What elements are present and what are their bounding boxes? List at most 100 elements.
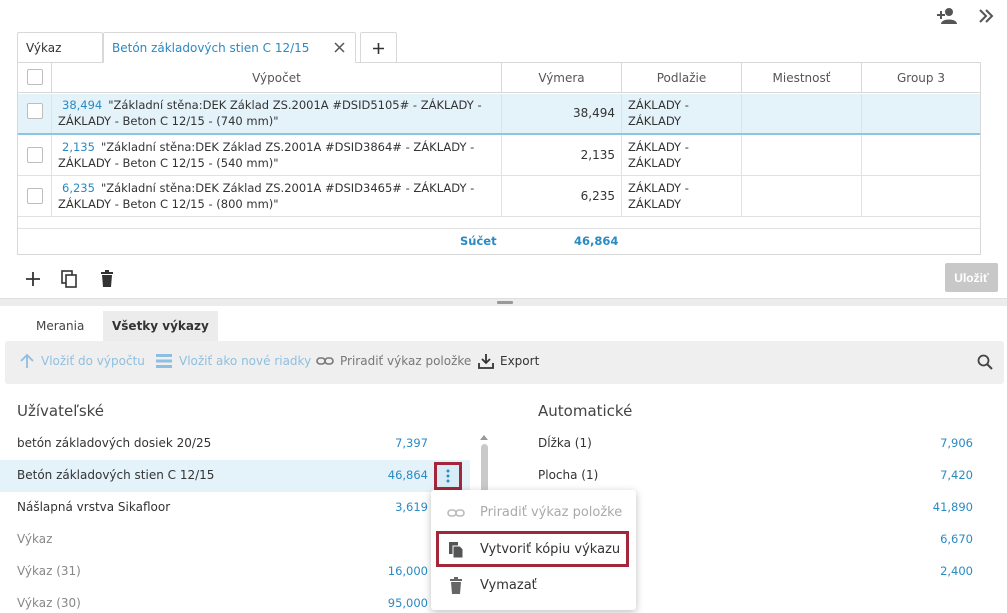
tab-vsetky-vykazy[interactable]: Všetky výkazy (103, 311, 218, 341)
calc-text-line2: ZÁKLADY - Beton C 12/15 - (540 mm)" (58, 156, 279, 170)
scroll-up-icon[interactable] (478, 432, 490, 442)
highlight-box (436, 531, 629, 567)
list-item-name: Výkaz (17, 532, 53, 546)
vymera-value: 38,494 (573, 106, 615, 120)
panel-splitter[interactable] (0, 298, 1007, 306)
menu-item-label: Vymazať (480, 578, 537, 593)
export-button[interactable]: Export (478, 353, 539, 369)
list-item-value: 6,670 (940, 532, 973, 546)
sum-value: 46,864 (574, 234, 619, 248)
miestnost-cell[interactable] (741, 176, 861, 216)
delete-icon[interactable] (98, 270, 116, 288)
calc-value-link[interactable]: 2,135 (62, 140, 95, 154)
delete-icon (447, 577, 465, 595)
calc-text-line2: ZÁKLADY - Beton C 12/15 - (800 mm)" (58, 197, 279, 211)
list-item-name: Nášlapná vrstva Sikafloor (17, 500, 171, 514)
plus-icon (372, 42, 385, 55)
group3-cell[interactable] (861, 135, 980, 175)
calc-text-line1: "Základní stěna:DEK Základ ZS.2001A #DSI… (100, 140, 475, 154)
assign-to-item-button[interactable]: Priradiť výkaz položke (316, 353, 471, 369)
podlazie-line2: ZÁKLADY (628, 114, 682, 128)
arrow-up-icon (19, 353, 35, 369)
table-row[interactable]: 38,494 "Základní stěna:DEK Základ ZS.2001… (18, 94, 980, 135)
list-item-name: Betón základových stien C 12/15 (17, 468, 215, 482)
list-item-value: 16,000 (387, 564, 428, 578)
list-item-name: Plocha (1) (538, 468, 599, 482)
row-checkbox[interactable] (27, 188, 43, 204)
header-miestnost[interactable]: Miestnosť (741, 63, 861, 93)
splitter-grip[interactable] (497, 301, 513, 304)
reports-toolbar: Vložiť do výpočtu Vložiť ako nové riadky… (5, 341, 1004, 384)
vymera-value: 6,235 (580, 189, 615, 203)
list-item[interactable]: Výkaz (30) 95,000 (0, 588, 470, 613)
miestnost-cell[interactable] (741, 94, 861, 133)
search-icon[interactable] (977, 354, 993, 370)
select-all-checkbox[interactable] (27, 69, 43, 85)
close-icon[interactable] (333, 41, 346, 54)
header-podlazie[interactable]: Podlažie (621, 63, 741, 93)
download-icon (478, 353, 494, 369)
sum-row: Súčet 46,864 (18, 228, 980, 254)
calc-value-link[interactable]: 6,235 (62, 181, 95, 195)
calc-text-line2: ZÁKLADY - Beton C 12/15 - (740 mm)" (58, 114, 279, 128)
list-item[interactable]: Plocha (1) 7,420 (538, 460, 973, 492)
list-item-value: 41,890 (932, 500, 973, 514)
link-icon (316, 353, 334, 369)
list-item[interactable]: Nášlapná vrstva Sikafloor 3,619 (0, 492, 470, 524)
rows-icon (155, 353, 173, 369)
assign-to-item-label: Priradiť výkaz položke (340, 354, 472, 368)
list-item[interactable]: Dĺžka (1) 7,906 (538, 428, 973, 460)
add-tab-button[interactable] (360, 32, 397, 63)
calc-text-line1: "Základní stěna:DEK Základ ZS.2001A #DSI… (108, 98, 482, 112)
calc-text-line1: "Základní stěna:DEK Základ ZS.2001A #DSI… (100, 181, 475, 195)
list-item-value: 95,000 (387, 596, 428, 610)
menu-item-delete[interactable]: Vymazať (431, 568, 636, 604)
table-row[interactable]: 2,135 "Základní stěna:DEK Základ ZS.2001A… (18, 135, 980, 176)
menu-item-label: Priradiť výkaz položke (480, 505, 623, 520)
header-group3[interactable]: Group 3 (861, 63, 980, 93)
list-item[interactable]: Výkaz (31) 16,000 (0, 556, 470, 588)
add-user-icon[interactable] (936, 5, 958, 27)
more-options-button[interactable] (434, 462, 462, 490)
header-vypocet[interactable]: Výpočet (51, 63, 501, 93)
tab-label: Výkaz (26, 41, 62, 55)
copy-icon[interactable] (60, 270, 78, 288)
podlazie-line2: ZÁKLADY (628, 197, 682, 211)
header-vymera[interactable]: Výmera (501, 63, 621, 93)
export-label: Export (500, 354, 540, 368)
link-icon (447, 504, 465, 522)
podlazie-line1: ZÁKLADY - (628, 98, 689, 112)
insert-into-calc-button[interactable]: Vložiť do výpočtu (19, 353, 145, 369)
tab-label: Betón základových stien C 12/15 (112, 40, 310, 55)
row-checkbox[interactable] (27, 147, 43, 163)
tab-beton-stien[interactable]: Betón základových stien C 12/15 (103, 32, 356, 63)
list-item-name: Dĺžka (1) (538, 436, 592, 450)
podlazie-line2: ZÁKLADY (628, 156, 682, 170)
podlazie-line1: ZÁKLADY - (628, 181, 689, 195)
double-chevron-right-icon[interactable] (975, 5, 997, 27)
list-item-name: betón základových dosiek 20/25 (17, 436, 212, 450)
tab-vykaz[interactable]: Výkaz (17, 32, 103, 63)
list-item[interactable]: Betón základových stien C 12/15 46,864 (0, 460, 470, 492)
auto-section-title: Automatické (538, 402, 633, 420)
insert-as-rows-button[interactable]: Vložiť ako nové riadky (155, 353, 311, 369)
tab-merania[interactable]: Merania (26, 311, 94, 341)
miestnost-cell[interactable] (741, 135, 861, 175)
tab-label: Merania (36, 319, 85, 333)
add-row-icon[interactable] (24, 270, 42, 288)
list-item-name: Výkaz (30) (17, 596, 81, 610)
calculation-table: Výpočet Výmera Podlažie Miestnosť Group … (17, 62, 981, 255)
row-checkbox[interactable] (27, 103, 43, 119)
vymera-value: 2,135 (580, 148, 615, 162)
menu-item-assign[interactable]: Priradiť výkaz položke (431, 495, 636, 531)
list-item[interactable]: betón základových dosiek 20/25 7,397 (0, 428, 470, 460)
calc-value-link[interactable]: 38,494 (62, 98, 102, 112)
group3-cell[interactable] (861, 94, 980, 133)
table-row[interactable]: 6,235 "Základní stěna:DEK Základ ZS.2001A… (18, 176, 980, 217)
list-item[interactable]: Výkaz (0, 524, 470, 556)
save-button[interactable]: Uložiť (945, 263, 998, 292)
group3-cell[interactable] (861, 176, 980, 216)
list-item-value: 2,400 (940, 564, 973, 578)
insert-as-rows-label: Vložiť ako nové riadky (179, 354, 312, 368)
list-item-value: 7,420 (940, 468, 973, 482)
